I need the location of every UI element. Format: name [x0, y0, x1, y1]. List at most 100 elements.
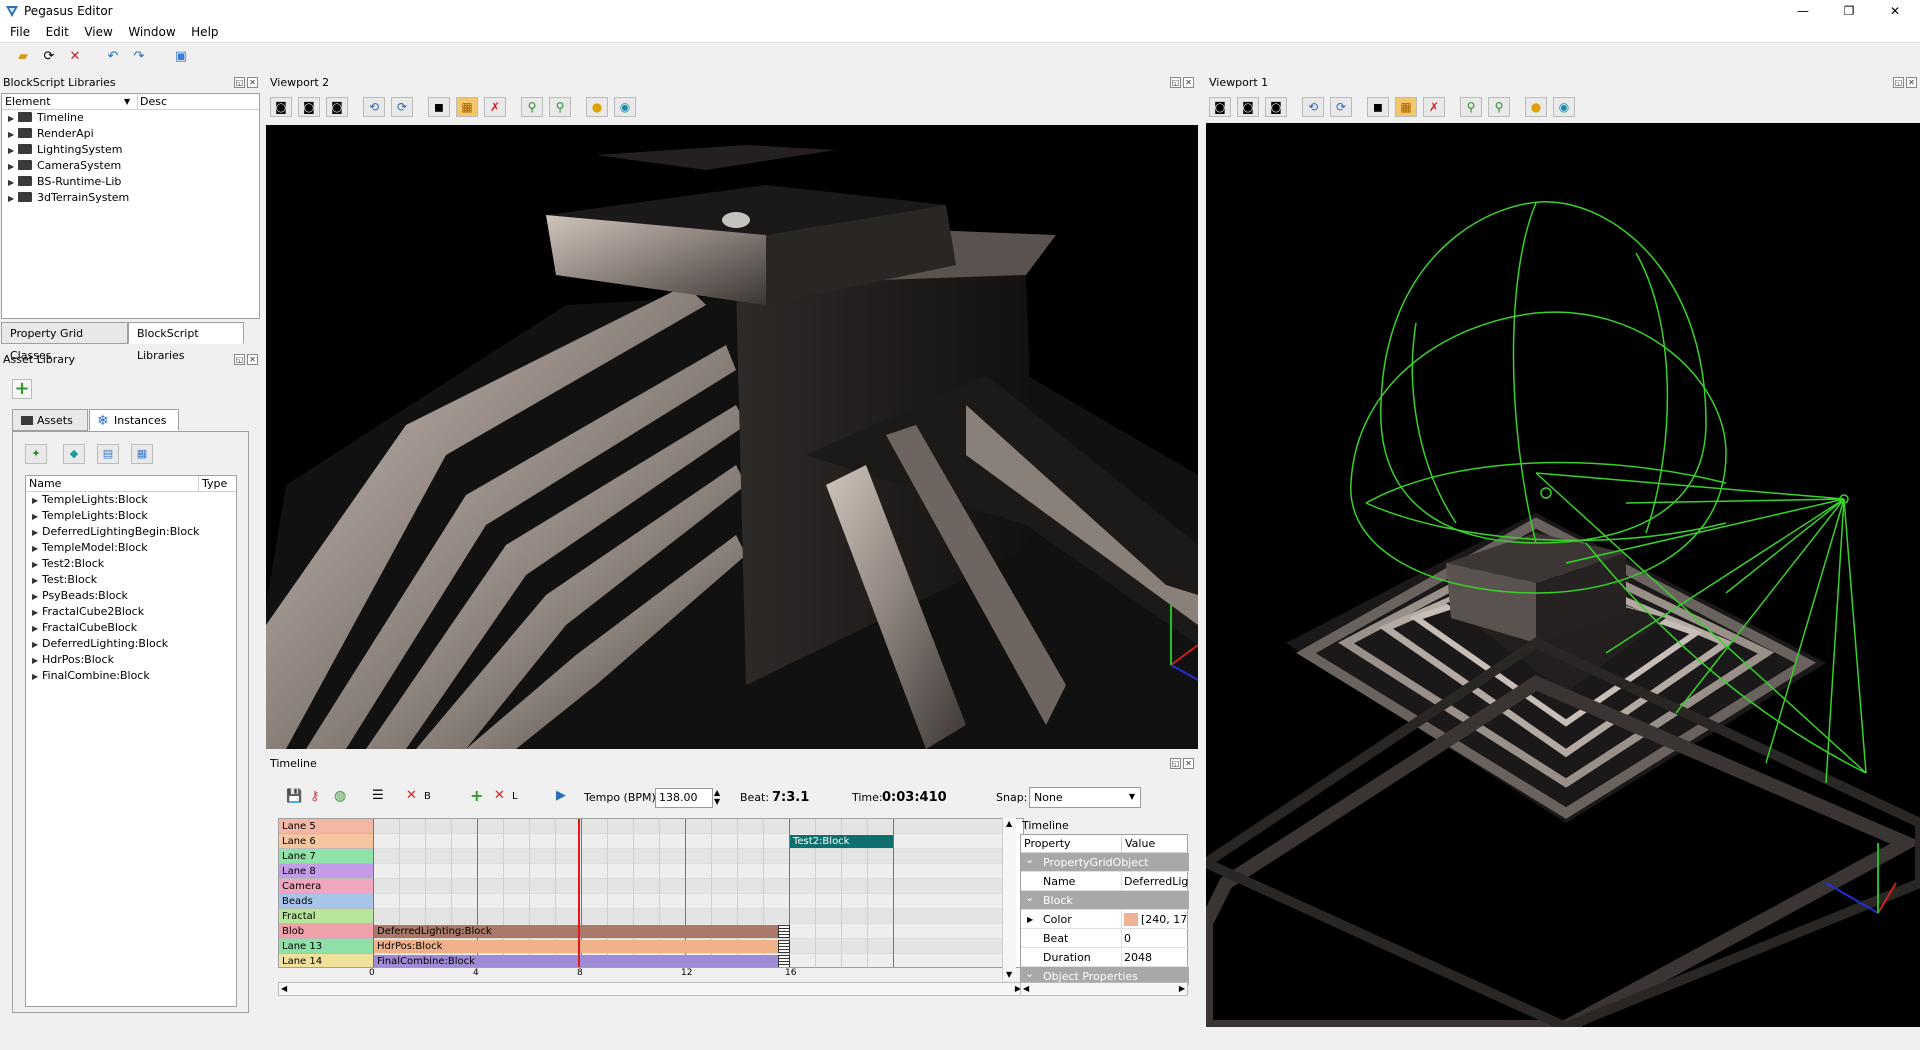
orbit-reverse-icon[interactable]: ⟳	[1330, 97, 1352, 117]
tab-property-grid-classes[interactable]: Property Grid Classes	[1, 322, 128, 362]
expand-arrow-icon[interactable]: ▶	[32, 541, 42, 557]
list-item[interactable]: ▶ DeferredLighting:Block	[26, 636, 236, 652]
expand-arrow-icon[interactable]: ▶	[32, 653, 42, 669]
expand-arrow-icon[interactable]: ▶	[8, 143, 18, 159]
scroll-up-icon[interactable]: ▲	[1006, 819, 1012, 828]
globe-icon[interactable]: ◉	[1553, 97, 1575, 117]
column-element[interactable]: Element	[5, 94, 51, 110]
lane-label[interactable]: Lane 5	[279, 819, 373, 834]
property-section[interactable]: ⌄ Block	[1021, 891, 1189, 910]
float-dock-icon[interactable]: ◱	[234, 354, 245, 365]
property-value[interactable]: 2048	[1124, 948, 1188, 967]
lane-row[interactable]	[373, 909, 1013, 924]
instance-icon[interactable]: ▤	[97, 444, 119, 464]
grid-icon[interactable]: ▦	[456, 97, 478, 117]
camera-icon[interactable]: ◙	[1265, 97, 1287, 117]
zoom-extent-icon[interactable]: ⚲	[549, 97, 571, 117]
lane-label[interactable]: Lane 14	[279, 954, 373, 967]
cube-icon[interactable]: ◼	[428, 97, 450, 117]
property-value[interactable]: 0	[1124, 929, 1188, 948]
tab-blockscript-libraries[interactable]: BlockScript Libraries	[128, 322, 244, 362]
expand-arrow-icon[interactable]: ▶	[8, 127, 18, 143]
playhead[interactable]	[578, 819, 581, 967]
expand-arrow-icon[interactable]: ▶	[32, 669, 42, 685]
list-icon[interactable]: ▦	[131, 444, 153, 464]
close-dock-icon[interactable]: ✕	[1906, 77, 1917, 88]
tree-item[interactable]: ▶ LightingSystem	[2, 142, 259, 158]
orbit-icon[interactable]: ⟲	[363, 97, 385, 117]
viewport2-canvas[interactable]	[266, 125, 1198, 749]
float-dock-icon[interactable]: ◱	[1170, 77, 1181, 88]
zoom-extent-icon[interactable]: ⚲	[1488, 97, 1510, 117]
scroll-right-icon[interactable]: ▶	[1179, 983, 1185, 995]
tempo-stepper-icon[interactable]: ▲ ▼	[714, 788, 720, 806]
menu-window[interactable]: Window	[122, 22, 181, 42]
property-value[interactable]: DeferredLigh	[1124, 872, 1188, 891]
orbit-icon[interactable]: ⟲	[1302, 97, 1324, 117]
timeline-grid[interactable]: Lane 5 Lane 6 Lane 7 Lane 8 Camera Beads Fract…	[278, 818, 1024, 968]
viewport1-canvas[interactable]	[1206, 123, 1920, 1027]
delete-block-icon[interactable]: ✕	[406, 788, 417, 803]
cube-icon[interactable]: ◼	[1367, 97, 1389, 117]
add-instance-icon[interactable]: ✦	[25, 444, 47, 464]
light-icon[interactable]: ●	[1525, 97, 1547, 117]
delete-icon[interactable]: ✕	[66, 48, 84, 66]
grid-icon[interactable]: ▦	[1395, 97, 1417, 117]
zoom-icon[interactable]: ⚲	[1460, 97, 1482, 117]
list-item[interactable]: ▶ TempleModel:Block	[26, 540, 236, 556]
chevron-down-icon[interactable]: ⌄	[1025, 964, 1034, 983]
tree-item[interactable]: ▶ BS-Runtime-Lib	[2, 174, 259, 190]
light-icon[interactable]: ●	[586, 97, 608, 117]
property-row[interactable]: Duration 2048	[1021, 948, 1189, 967]
float-dock-icon[interactable]: ◱	[1170, 758, 1181, 769]
save-icon[interactable]: 💾	[286, 789, 302, 804]
list-item[interactable]: ▶ HdrPos:Block	[26, 652, 236, 668]
tab-instances[interactable]: ❄ Instances	[89, 409, 179, 431]
lane-label[interactable]: Lane 13	[279, 939, 373, 954]
list-item[interactable]: ▶ FinalCombine:Block	[26, 668, 236, 684]
resize-handle[interactable]	[778, 940, 790, 953]
zoom-icon[interactable]: ⚲	[521, 97, 543, 117]
property-row[interactable]: ▶ Color [240, 179	[1021, 910, 1189, 929]
play-icon[interactable]: ▶	[556, 788, 566, 803]
timeline-block[interactable]: FinalCombine:Block	[374, 955, 789, 967]
delete-lane-icon[interactable]: ✕	[494, 788, 505, 803]
expand-arrow-icon[interactable]: ▶	[32, 573, 42, 589]
float-dock-icon[interactable]: ◱	[1893, 77, 1904, 88]
menu-file[interactable]: File	[0, 22, 36, 42]
lane-row[interactable]	[373, 864, 1013, 879]
resize-handle[interactable]	[778, 925, 790, 938]
camera-icon[interactable]: ◙	[326, 97, 348, 117]
axis-icon[interactable]: ✗	[1423, 97, 1445, 117]
add-asset-button[interactable]: +	[12, 379, 32, 399]
list-item[interactable]: ▶ DeferredLightingBegin:Block	[26, 524, 236, 540]
menu-view[interactable]: View	[78, 22, 118, 42]
camera-icon[interactable]: ◙	[1237, 97, 1259, 117]
property-section[interactable]: ⌄ PropertyGridObject	[1021, 853, 1189, 872]
minimize-button[interactable]: —	[1780, 0, 1826, 22]
lane-row[interactable]	[373, 849, 1013, 864]
expand-arrow-icon[interactable]: ▶	[32, 637, 42, 653]
expand-arrow-icon[interactable]: ▶	[32, 525, 42, 541]
expand-arrow-icon[interactable]: ▶	[32, 493, 42, 509]
lane-label[interactable]: Camera	[279, 879, 373, 894]
lane-label[interactable]: Fractal	[279, 909, 373, 924]
tree-item[interactable]: ▶ CameraSystem	[2, 158, 259, 174]
camera-icon[interactable]: ◙	[298, 97, 320, 117]
property-value[interactable]: [240, 179	[1141, 910, 1187, 929]
redo-icon[interactable]: ↷	[130, 48, 148, 66]
camera-icon[interactable]: ◙	[270, 97, 292, 117]
color-swatch[interactable]	[1124, 913, 1138, 926]
expand-arrow-icon[interactable]: ▶	[32, 509, 42, 525]
timeline-hscrollbar[interactable]: ◀ ▶	[278, 982, 1024, 996]
add-lane-icon[interactable]: +	[470, 786, 483, 805]
snap-select[interactable]: None ▼	[1029, 787, 1141, 808]
resize-handle[interactable]	[778, 955, 790, 967]
chevron-down-icon[interactable]: ⌄	[1025, 888, 1034, 907]
scroll-left-icon[interactable]: ◀	[1023, 983, 1029, 995]
window-icon[interactable]: ▣	[172, 48, 190, 66]
lane-row[interactable]	[373, 834, 1013, 849]
scroll-left-icon[interactable]: ◀	[281, 983, 287, 995]
timeline-block[interactable]: DeferredLighting:Block	[374, 925, 789, 938]
expand-arrow-icon[interactable]: ▶	[8, 175, 18, 191]
